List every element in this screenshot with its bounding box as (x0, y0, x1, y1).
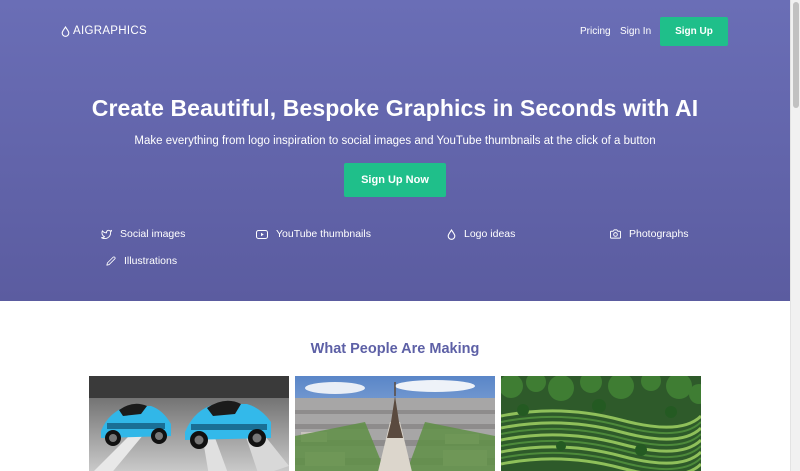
sign-up-now-button[interactable]: Sign Up Now (344, 163, 446, 197)
feature-photographs: Photographs (610, 228, 689, 240)
youtube-icon (256, 229, 268, 239)
sign-up-button[interactable]: Sign Up (660, 17, 728, 46)
paris-image (295, 376, 495, 471)
hero-title: Create Beautiful, Bespoke Graphics in Se… (91, 95, 699, 121)
gallery-title: What People Are Making (310, 341, 480, 357)
nav-sign-in-link[interactable]: Sign In (620, 26, 651, 37)
gallery-image-terraces[interactable] (501, 376, 701, 471)
gallery-image-cars[interactable] (89, 376, 289, 471)
logo[interactable]: AIGRAPHICS (61, 25, 147, 37)
droplet-icon (447, 228, 456, 240)
terraces-image (501, 376, 701, 471)
hero-section: AIGRAPHICS Pricing Sign In Sign Up Creat… (0, 0, 790, 301)
page: AIGRAPHICS Pricing Sign In Sign Up Creat… (0, 0, 790, 471)
camera-icon (610, 229, 621, 239)
twitter-icon (101, 229, 112, 239)
feature-social-images: Social images (101, 228, 185, 240)
hero-subtitle: Make everything from logo inspiration to… (134, 135, 656, 147)
feature-label: YouTube thumbnails (276, 228, 371, 240)
gallery-image-paris[interactable] (295, 376, 495, 471)
feature-logo-ideas: Logo ideas (447, 228, 515, 240)
feature-label: Illustrations (124, 255, 178, 267)
pencil-icon (106, 256, 116, 266)
scrollbar-thumb[interactable] (793, 2, 799, 108)
vertical-scrollbar[interactable] (790, 0, 800, 471)
cars-image (89, 376, 289, 471)
feature-illustrations: Illustrations (106, 255, 177, 267)
feature-label: Photographs (629, 228, 689, 240)
feature-label: Logo ideas (464, 228, 516, 240)
feature-youtube-thumbnails: YouTube thumbnails (256, 228, 371, 240)
nav-pricing-link[interactable]: Pricing (580, 26, 611, 37)
logo-text: AIGRAPHICS (73, 25, 147, 37)
droplet-logo-icon (61, 25, 70, 37)
feature-label: Social images (120, 228, 186, 240)
